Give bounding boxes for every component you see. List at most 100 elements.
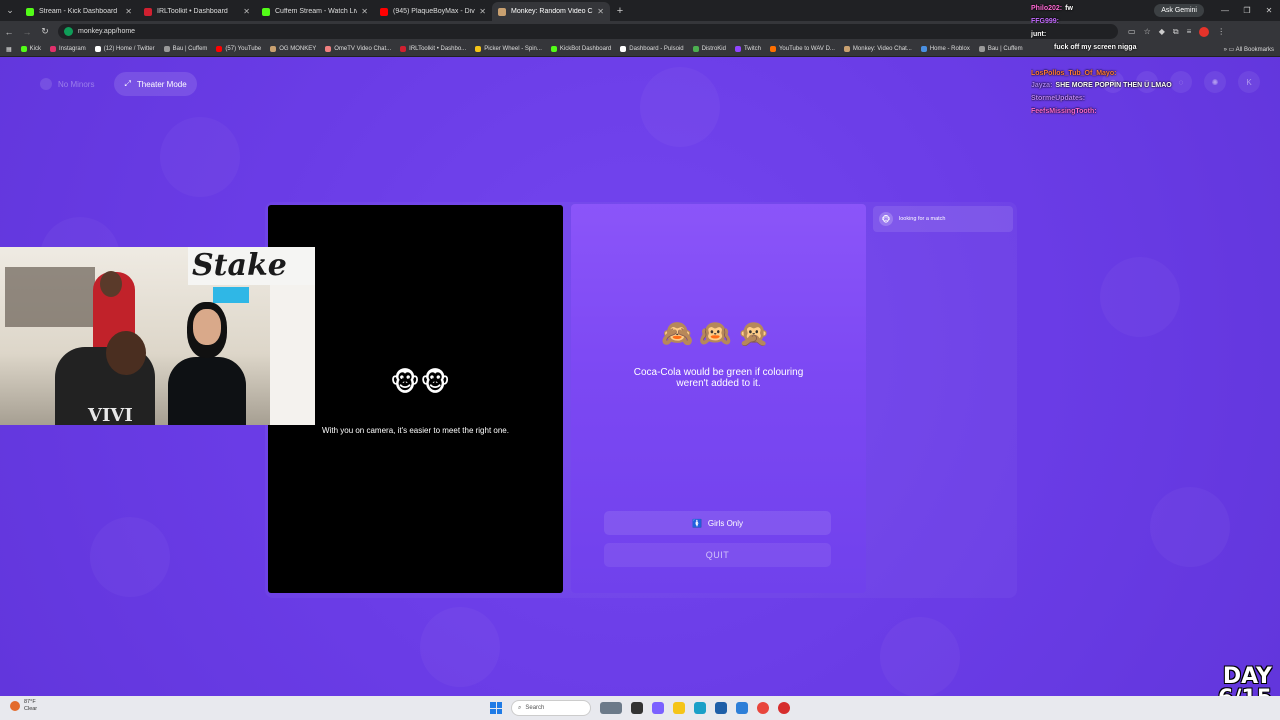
theater-mode-button[interactable]: ⤢ Theater Mode	[114, 72, 197, 96]
tab-monkey[interactable]: Monkey: Random Video Ch ✕	[492, 2, 610, 21]
reload-icon[interactable]: ↻	[36, 26, 54, 37]
tab-search-icon[interactable]: ⌄	[0, 0, 20, 21]
kickbot-icon	[550, 46, 557, 52]
bookmark-item[interactable]: Home - Roblox	[920, 46, 970, 52]
expand-icon: ⤢	[124, 79, 131, 88]
bookmark-item[interactable]: Monkey: Video Chat...	[843, 46, 912, 52]
bookmark-item[interactable]: YouTube to WAV D...	[769, 46, 835, 52]
bau-icon	[978, 46, 985, 52]
background-monkey-pattern	[1150, 487, 1230, 567]
tab-close-icon[interactable]: ✕	[597, 7, 604, 16]
youtube-icon	[216, 46, 223, 52]
bookmark-item[interactable]: Instagram	[50, 46, 86, 52]
match-panel: 🙈🙉🙊 Coca-Cola would be green if colourin…	[571, 204, 866, 593]
chat-message: StormeUpdates:	[1031, 95, 1086, 103]
shirt-text: VIVI	[88, 405, 133, 425]
store-icon[interactable]	[715, 702, 727, 714]
background-monkey-pattern	[1100, 257, 1180, 337]
weather-temp: 87°F	[24, 699, 36, 705]
windows-taskbar: 87°F Clear ⌕ Search	[0, 696, 1280, 720]
tab-irltoolkit[interactable]: IRLToolkit • Dashboard ✕	[138, 2, 256, 21]
bookmark-item[interactable]: Bau | Cuffem	[163, 46, 207, 52]
bookmark-item[interactable]: Dashboard - Pulsoid	[620, 46, 684, 52]
edge-icon[interactable]	[694, 702, 706, 714]
chat-message	[1031, 55, 1280, 68]
bookmark-item[interactable]: Twitch	[734, 46, 761, 52]
kick-favicon-icon	[26, 7, 34, 16]
camera-caption: With you on camera, it's easier to meet …	[322, 426, 509, 435]
tab-close-icon[interactable]: ✕	[479, 7, 486, 16]
quit-button[interactable]: QUIT	[604, 543, 831, 567]
task-view-icon[interactable]	[631, 702, 643, 714]
tab-label: Monkey: Random Video Ch	[511, 8, 593, 15]
chat-message: LosPollos_Tub_Of_Mayo:	[1031, 69, 1117, 77]
wav-icon	[769, 46, 776, 52]
mail-icon[interactable]	[736, 702, 748, 714]
tab-youtube[interactable]: (945) PlaqueBoyMax - Diva (Off ✕	[374, 2, 492, 21]
widgets-icon[interactable]	[600, 702, 622, 714]
tab-label: Stream - Kick Dashboard	[39, 8, 118, 15]
weather-condition: Clear	[24, 706, 38, 712]
search-icon: ⌕	[518, 704, 522, 711]
app-icon[interactable]	[778, 702, 790, 714]
weather-widget[interactable]: 87°F Clear	[10, 699, 37, 713]
webcam-shelf	[5, 267, 95, 327]
tab-close-icon[interactable]: ✕	[361, 7, 368, 16]
instagram-icon	[50, 46, 57, 52]
bookmark-item[interactable]: KickBot Dashboard	[550, 46, 611, 52]
female-icon: 🚺	[691, 518, 702, 528]
ometv-icon	[325, 46, 332, 52]
toggle-circle-icon	[40, 78, 52, 90]
background-monkey-pattern	[160, 117, 240, 197]
bookmark-item[interactable]: Kick	[20, 46, 41, 52]
stake-sign: Stake	[188, 247, 315, 285]
chat-message: junt:	[1031, 30, 1047, 38]
site-info-icon[interactable]	[64, 27, 73, 36]
monkey-avatar-icon: 🐵	[879, 212, 893, 226]
irltoolkit-favicon-icon	[144, 7, 152, 16]
windows-start-icon[interactable]	[490, 702, 502, 714]
bookmark-item[interactable]: (57) YouTube	[216, 46, 261, 52]
apps-grid-icon[interactable]: ▦	[6, 46, 12, 53]
x-icon	[94, 46, 101, 52]
person-right-body	[168, 357, 246, 425]
copilot-icon[interactable]	[652, 702, 664, 714]
bookmark-item[interactable]: IRLToolkit • Dashbo...	[400, 46, 466, 52]
girls-only-label: Girls Only	[707, 518, 744, 528]
chat-message: Jayza: SHE MORE POPPIN THEN U LMAO	[1031, 82, 1172, 90]
tab-close-icon[interactable]: ✕	[243, 7, 250, 16]
forward-icon[interactable]: →	[18, 27, 36, 37]
new-tab-button[interactable]: +	[610, 5, 630, 17]
weather-icon	[10, 701, 20, 711]
bau-icon	[163, 46, 170, 52]
camera-monkeys-icon: 🐵🐵	[390, 367, 451, 397]
background-monkey-pattern	[420, 607, 500, 687]
tab-cuffem-stream[interactable]: Cuffem Stream - Watch Live on ✕	[256, 2, 374, 21]
chat-message: FeefsMissingTooth:	[1031, 108, 1097, 116]
address-bar[interactable]: monkey.app/home	[58, 24, 1118, 39]
background-monkey-pattern	[90, 517, 170, 597]
chrome-icon[interactable]	[757, 702, 769, 714]
background-monkey-pattern	[640, 67, 720, 147]
tab-kick-dashboard[interactable]: Stream - Kick Dashboard ✕	[20, 2, 138, 21]
taskbar-apps: ⌕ Search	[490, 700, 790, 716]
bookmark-item[interactable]: Bau | Cuffem	[978, 46, 1023, 52]
bookmark-item[interactable]: (12) Home / Twitter	[94, 46, 155, 52]
distrokid-icon	[692, 46, 699, 52]
pulsoid-icon	[620, 46, 627, 52]
stream-chat-overlay: Philo202: fw FFG999: junt: fuck off my sc…	[1031, 3, 1280, 119]
fun-fact-text: Coca-Cola would be green if colouring we…	[633, 367, 804, 389]
back-icon[interactable]: ←	[0, 27, 18, 37]
bookmark-item[interactable]: DistroKid	[692, 46, 726, 52]
bookmark-item[interactable]: OG MONKEY	[270, 46, 316, 52]
top-left-controls: No Minors ⤢ Theater Mode	[30, 72, 197, 96]
file-explorer-icon[interactable]	[673, 702, 685, 714]
match-status: 🐵 looking for a match	[873, 206, 1013, 232]
taskbar-search[interactable]: ⌕ Search	[511, 700, 591, 716]
bookmark-item[interactable]: OmeTV Video Chat...	[325, 46, 391, 52]
bookmark-item[interactable]: Picker Wheel - Spin...	[475, 46, 542, 52]
no-minors-toggle[interactable]: No Minors	[30, 72, 104, 96]
girls-only-button[interactable]: 🚺 Girls Only	[604, 511, 831, 535]
tab-close-icon[interactable]: ✕	[125, 7, 132, 16]
kick-favicon-icon	[262, 7, 270, 16]
